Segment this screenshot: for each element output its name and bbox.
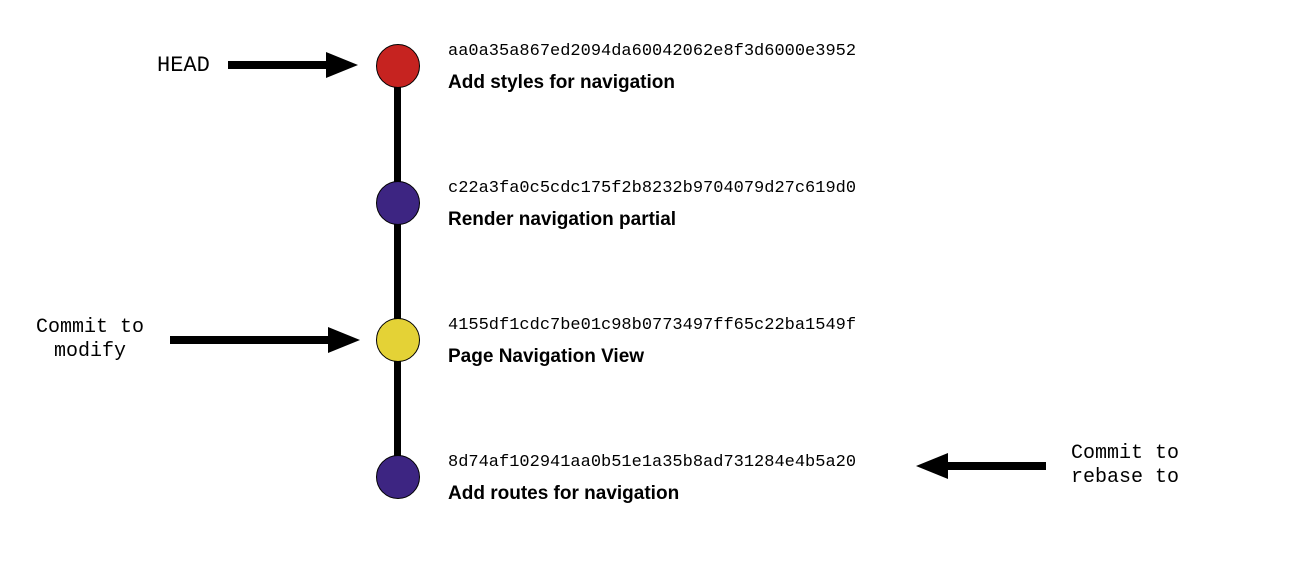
commit-hash-2: c22a3fa0c5cdc175f2b8232b9704079d27c619d0 <box>448 179 856 198</box>
commit-to-rebase-line2: rebase to <box>1071 466 1179 489</box>
commit-node-4 <box>376 455 420 499</box>
connector <box>394 360 401 457</box>
connector <box>394 223 401 320</box>
head-label: HEAD <box>157 53 210 79</box>
commit-hash-1: aa0a35a867ed2094da60042062e8f3d6000e3952 <box>448 42 856 61</box>
commit-message-1: Add styles for navigation <box>448 72 675 94</box>
arrow-right-icon <box>228 52 358 78</box>
commit-to-modify-line2: modify <box>54 340 126 363</box>
commit-message-4: Add routes for navigation <box>448 483 679 505</box>
commit-to-rebase-label: Commit to rebase to <box>1065 442 1185 490</box>
commit-to-rebase-line1: Commit to <box>1071 442 1179 465</box>
commit-node-3 <box>376 318 420 362</box>
commit-hash-4: 8d74af102941aa0b51e1a35b8ad731284e4b5a20 <box>448 453 856 472</box>
commit-node-2 <box>376 181 420 225</box>
commit-message-2: Render navigation partial <box>448 209 676 231</box>
connector <box>394 86 401 183</box>
commit-message-3: Page Navigation View <box>448 346 644 368</box>
commit-hash-3: 4155df1cdc7be01c98b0773497ff65c22ba1549f <box>448 316 856 335</box>
commit-node-1 <box>376 44 420 88</box>
arrow-right-icon <box>170 327 360 353</box>
arrow-left-icon <box>916 453 1046 479</box>
commit-to-modify-line1: Commit to <box>36 316 144 339</box>
commit-to-modify-label: Commit to modify <box>30 316 150 364</box>
